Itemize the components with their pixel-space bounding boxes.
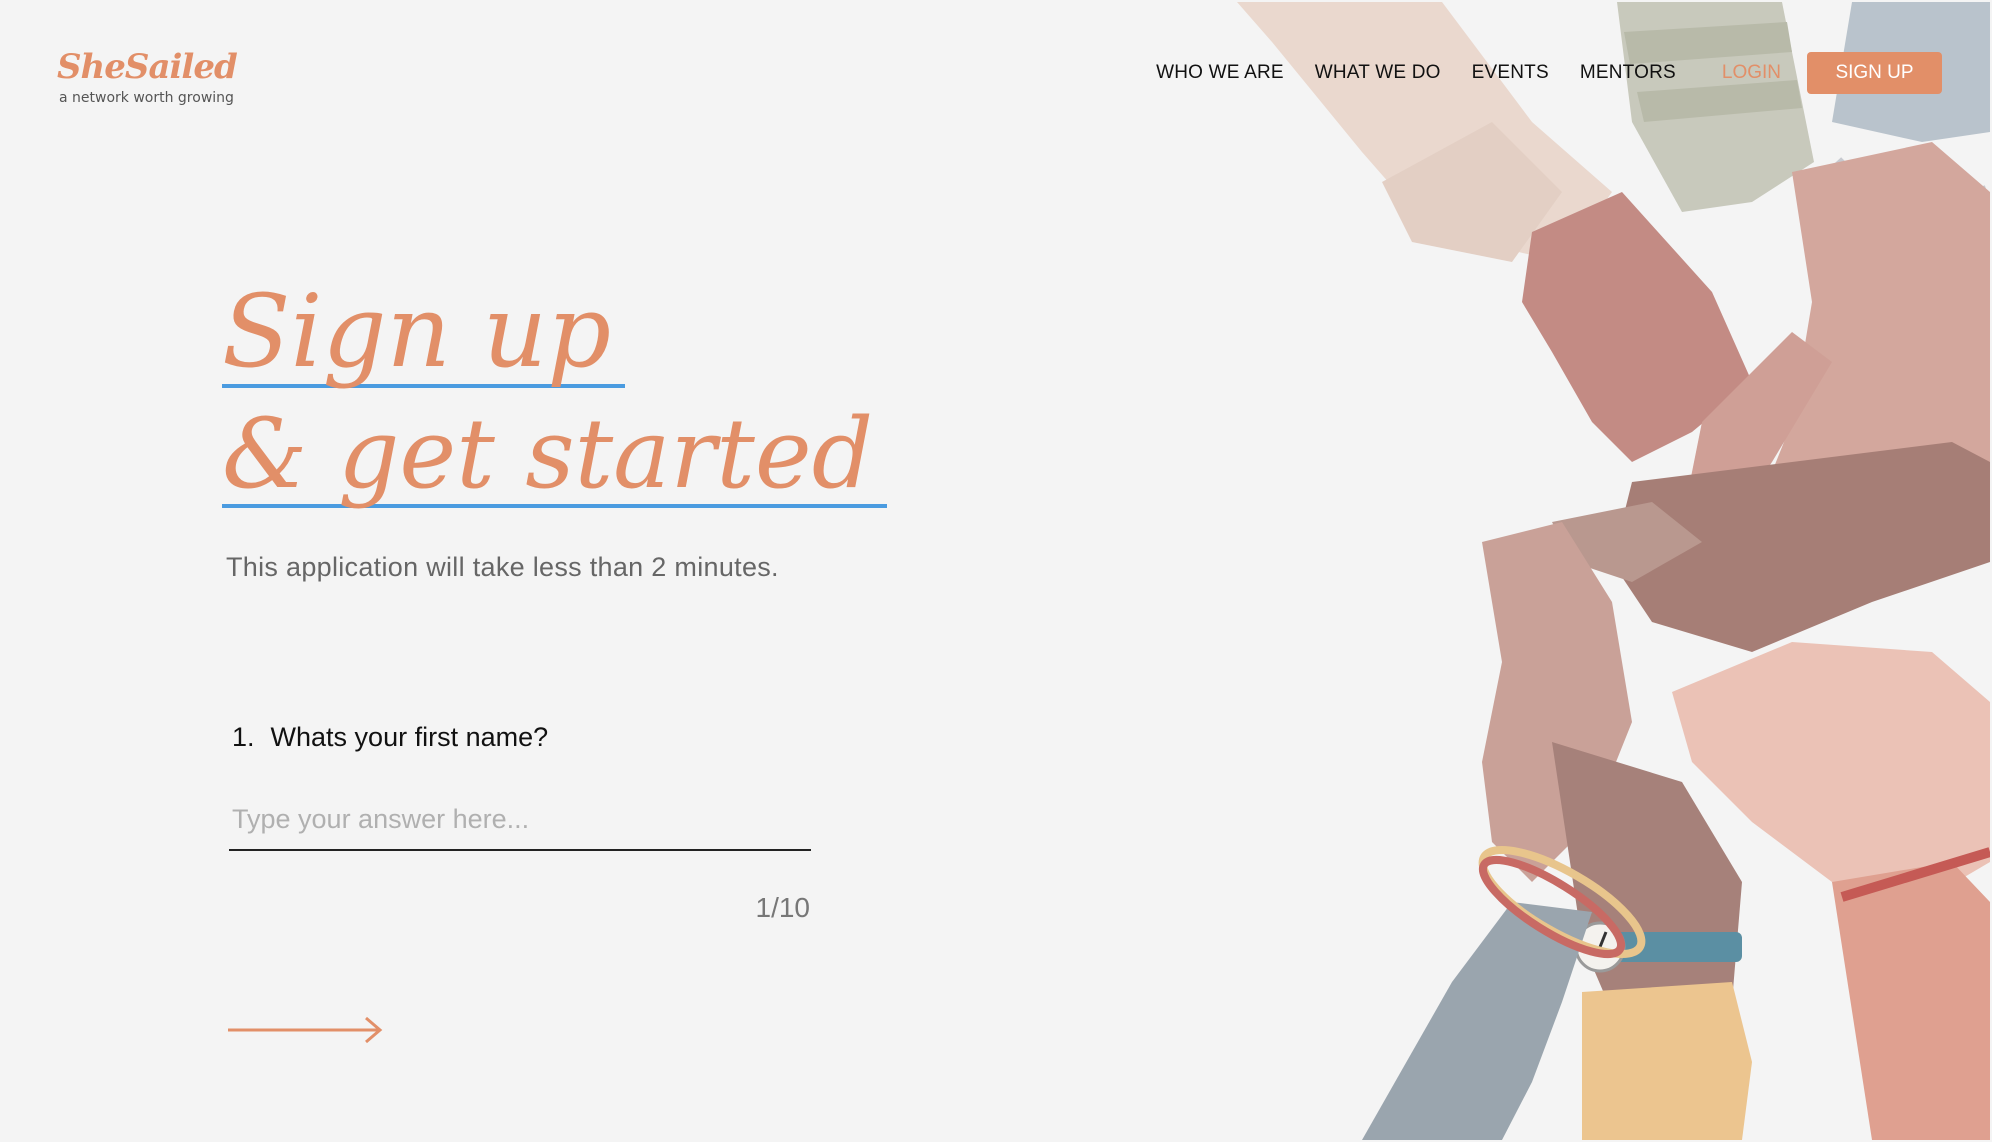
subtitle: This application will take less than 2 m…: [226, 552, 779, 582]
main-nav: WHO WE ARE WHAT WE DO EVENTS MENTORS LOG…: [1125, 52, 1942, 94]
question-label: 1. Whats your first name?: [232, 722, 548, 753]
progress-counter: 1/10: [755, 892, 811, 923]
first-name-input[interactable]: [229, 800, 811, 849]
login-link[interactable]: LOGIN: [1722, 62, 1781, 84]
answer-field-wrapper: [229, 800, 811, 851]
nav-mentors[interactable]: MENTORS: [1580, 62, 1676, 84]
heading-line-2: & get started: [222, 406, 888, 508]
heading-line-1: Sign up: [222, 282, 626, 388]
nav-who-we-are[interactable]: WHO WE ARE: [1156, 62, 1284, 84]
logo[interactable]: SheSailed a network worth growing: [57, 47, 238, 106]
right-arrow-icon[interactable]: [228, 1012, 384, 1048]
question-number: 1.: [232, 722, 255, 752]
question-text: Whats your first name?: [270, 722, 549, 752]
logo-tagline: a network worth growing: [59, 90, 234, 106]
page: SheSailed a network worth growing WHO WE…: [2, 2, 1990, 1140]
logo-name: SheSailed: [57, 47, 238, 87]
nav-what-we-do[interactable]: WHAT WE DO: [1315, 62, 1441, 84]
stacked-hands-illustration: [1237, 2, 1990, 1140]
nav-events[interactable]: EVENTS: [1472, 62, 1549, 84]
signup-button[interactable]: SIGN UP: [1807, 52, 1942, 94]
